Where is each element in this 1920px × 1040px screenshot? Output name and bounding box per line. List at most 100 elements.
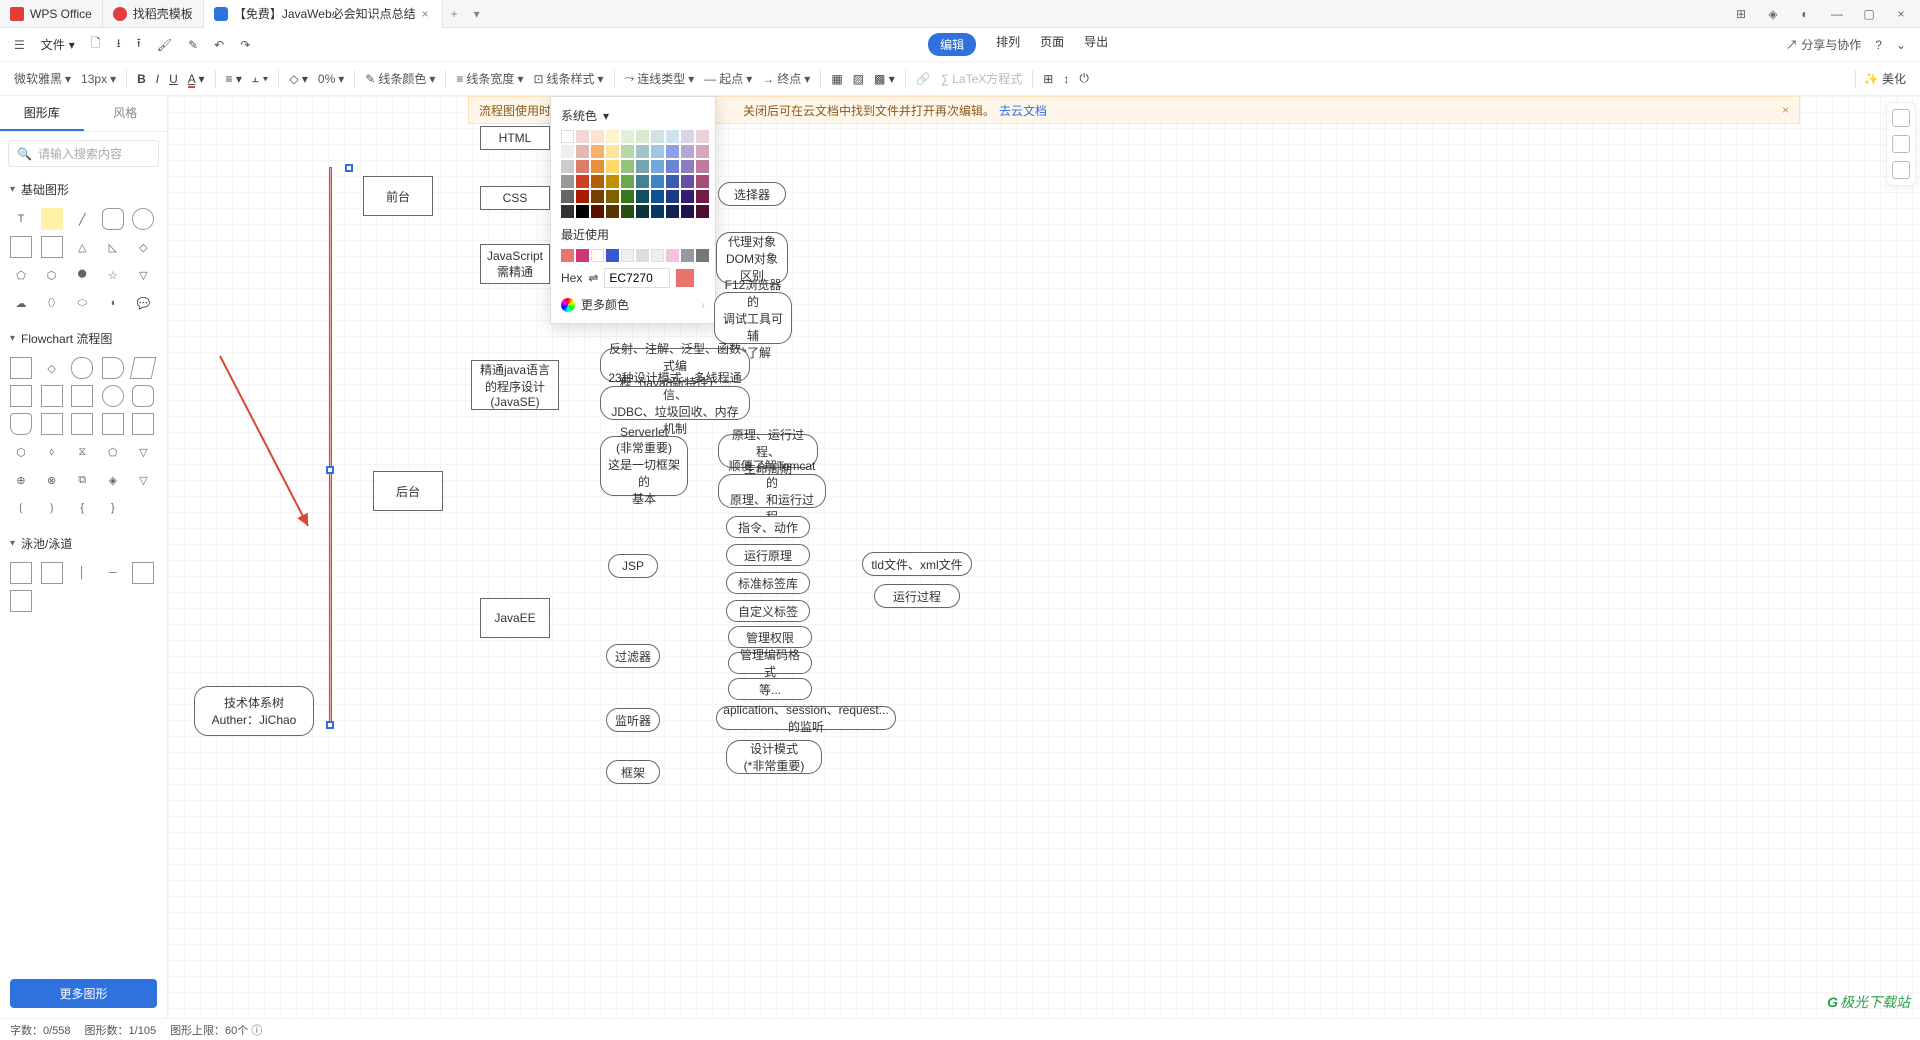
swatch[interactable] bbox=[621, 205, 634, 218]
rail-icon[interactable] bbox=[1892, 109, 1910, 127]
swatch[interactable] bbox=[681, 160, 694, 173]
swatch[interactable] bbox=[621, 175, 634, 188]
recent-swatch[interactable] bbox=[696, 249, 709, 262]
text-shape[interactable]: T bbox=[10, 208, 32, 230]
menu-icon[interactable]: ☰ bbox=[14, 38, 25, 52]
swatch[interactable] bbox=[591, 130, 604, 143]
node-framework[interactable]: 框架 bbox=[606, 760, 660, 784]
minimize-icon[interactable]: — bbox=[1830, 7, 1844, 21]
recent-swatch[interactable] bbox=[681, 249, 694, 262]
swatch[interactable] bbox=[681, 130, 694, 143]
fc-doc[interactable] bbox=[71, 413, 93, 435]
fc-or[interactable]: ⊕ bbox=[10, 469, 32, 491]
swatch[interactable] bbox=[561, 130, 574, 143]
notice-close-icon[interactable]: × bbox=[1782, 103, 1789, 117]
section-swim[interactable]: 泳池/泳道 bbox=[0, 529, 167, 558]
swatch[interactable] bbox=[621, 145, 634, 158]
tool-icon[interactable]: ↕ bbox=[1063, 72, 1069, 86]
node-runprocess[interactable]: 运行过程 bbox=[874, 584, 960, 608]
node-jsp[interactable]: JSP bbox=[608, 554, 658, 578]
help-icon[interactable]: ? bbox=[1875, 38, 1882, 52]
swatch[interactable] bbox=[681, 205, 694, 218]
note-shape[interactable] bbox=[41, 208, 63, 230]
node-javase[interactable]: 精通java语言 的程序设计 (JavaSE) bbox=[471, 360, 559, 410]
fc-arrow[interactable]: ⬠ bbox=[102, 441, 124, 463]
swatch[interactable] bbox=[651, 205, 664, 218]
file-menu[interactable]: 文件▾ bbox=[41, 36, 75, 53]
swatch[interactable] bbox=[591, 190, 604, 203]
recent-swatch[interactable] bbox=[666, 249, 679, 262]
swatch[interactable] bbox=[636, 175, 649, 188]
bold-button[interactable]: B bbox=[137, 72, 146, 86]
node-front[interactable]: 前台 bbox=[363, 176, 433, 216]
more-shapes-button[interactable]: 更多图形 bbox=[10, 979, 157, 1008]
export-icon[interactable]: ⭱ bbox=[137, 34, 141, 55]
arrange-menu[interactable]: 排列 bbox=[996, 33, 1020, 56]
opacity-select[interactable]: 0% ▾ bbox=[318, 72, 344, 86]
grid-icon[interactable]: ⊞ bbox=[1734, 7, 1748, 21]
search-input[interactable]: 🔍 请输入搜索内容 bbox=[8, 140, 159, 167]
fc-offpage[interactable] bbox=[132, 413, 154, 435]
swatch[interactable] bbox=[621, 160, 634, 173]
fc-decision[interactable]: ◇ bbox=[41, 357, 63, 379]
swatch[interactable] bbox=[666, 160, 679, 173]
close-icon[interactable]: × bbox=[422, 7, 432, 21]
swatch[interactable] bbox=[696, 160, 709, 173]
fc-sort[interactable]: ⬨ bbox=[41, 441, 63, 463]
node-patterns[interactable]: 23种设计模式、多线程通信、 JDBC、垃圾回收、内存机制 bbox=[600, 386, 750, 420]
speech-shape[interactable]: 💬 bbox=[132, 292, 154, 314]
fontsize-select[interactable]: 13px ▾ bbox=[81, 72, 116, 86]
swatch[interactable] bbox=[591, 145, 604, 158]
fc-manual[interactable] bbox=[41, 413, 63, 435]
shield-shape[interactable]: ▽ bbox=[132, 264, 154, 286]
swatch[interactable] bbox=[696, 175, 709, 188]
tool-icon[interactable]: ⏻ bbox=[1079, 71, 1089, 86]
valign-button[interactable]: ⫠ ▾ bbox=[252, 71, 268, 86]
swim-shape[interactable] bbox=[41, 562, 63, 584]
swatch[interactable] bbox=[621, 190, 634, 203]
section-flowchart[interactable]: Flowchart 流程图 bbox=[0, 324, 167, 353]
recent-swatch[interactable] bbox=[561, 249, 574, 262]
swatch[interactable] bbox=[606, 190, 619, 203]
link-type[interactable]: ⤳ 连线类型 ▾ bbox=[625, 70, 695, 87]
canvas[interactable]: 流程图使用时需 关闭后可在云文档中找到文件并打开再次编辑。 去云文档 × 系统色… bbox=[168, 96, 1920, 1018]
swim-shape[interactable]: │ bbox=[71, 562, 93, 584]
end-point[interactable]: → 终点 ▾ bbox=[762, 70, 810, 87]
export-menu[interactable]: 导出 bbox=[1084, 33, 1108, 56]
fc-cylinder[interactable] bbox=[10, 413, 32, 435]
node-authperm[interactable]: 管理权限 bbox=[728, 626, 812, 648]
line-width[interactable]: ≡ 线条宽度 ▾ bbox=[456, 70, 523, 87]
underline-button[interactable]: U bbox=[169, 72, 178, 86]
more-icon[interactable]: ⌄ bbox=[1896, 38, 1906, 52]
edit-mode[interactable]: 编辑 bbox=[928, 33, 976, 56]
rtriangle-shape[interactable]: ◺ bbox=[102, 236, 124, 258]
maximize-icon[interactable]: ▢ bbox=[1862, 7, 1876, 21]
swatch[interactable] bbox=[576, 205, 589, 218]
fc-merge[interactable]: ⧉ bbox=[71, 469, 93, 491]
fc-terminal[interactable] bbox=[71, 357, 93, 379]
redo-icon[interactable]: ↷ bbox=[240, 38, 250, 52]
handle[interactable] bbox=[326, 466, 334, 474]
triangle-shape[interactable]: △ bbox=[71, 236, 93, 258]
fc-data[interactable] bbox=[130, 357, 157, 379]
hexagon-shape[interactable]: ⬡ bbox=[41, 264, 63, 286]
fc-display[interactable] bbox=[102, 357, 124, 379]
recent-swatch[interactable] bbox=[606, 249, 619, 262]
swatch[interactable] bbox=[666, 190, 679, 203]
star-shape[interactable]: ☆ bbox=[102, 264, 124, 286]
fc-sum[interactable]: ⊗ bbox=[41, 469, 63, 491]
download-icon[interactable]: ⭳ bbox=[116, 34, 120, 55]
swatch[interactable] bbox=[576, 160, 589, 173]
tool-icon[interactable]: ▨ bbox=[853, 72, 864, 86]
diamond-shape[interactable]: ◇ bbox=[132, 236, 154, 258]
font-color[interactable]: A ▾ bbox=[188, 72, 205, 86]
fc-process[interactable] bbox=[10, 357, 32, 379]
swap-icon[interactable]: ⇌ bbox=[588, 271, 598, 285]
pen-icon[interactable]: ✎ bbox=[188, 38, 198, 52]
node-css[interactable]: CSS bbox=[480, 186, 550, 210]
swatch[interactable] bbox=[651, 160, 664, 173]
tool-icon[interactable]: ⊞ bbox=[1043, 72, 1053, 86]
swatch[interactable] bbox=[606, 145, 619, 158]
tool-icon[interactable]: ▩ ▾ bbox=[874, 72, 895, 86]
recent-swatch[interactable] bbox=[621, 249, 634, 262]
